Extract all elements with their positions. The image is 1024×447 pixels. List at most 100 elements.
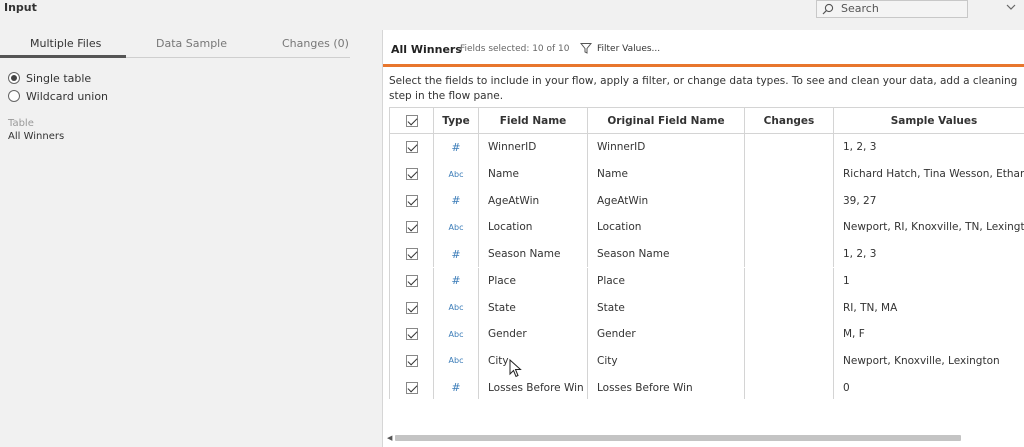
row-checkbox[interactable] [405,301,418,314]
fields-selected: Fields selected: 10 of 10 [460,44,570,54]
table-row[interactable]: # Season Name Season Name 1, 2, 3 [390,240,1024,268]
active-tab-indicator [0,55,126,58]
sample-values-cell: M, F [843,328,865,341]
horizontal-scrollbar[interactable]: ◀ [387,432,1021,442]
field-name-cell[interactable]: City [479,347,588,375]
string-type-icon[interactable]: Abc [449,330,464,339]
changes-cell [745,347,834,375]
original-field-name-cell: AgeAtWin [588,187,745,215]
number-type-icon[interactable]: # [451,141,460,154]
table-row[interactable]: Abc Location Location Newport, RI, Knoxvill… [390,214,1024,241]
col-original-field-name[interactable]: Original Field Name [588,108,745,133]
table-row[interactable]: # Losses Before Win Losses Before Win 0 [390,374,1024,399]
search-placeholder: Search [841,2,879,15]
original-field-name-cell: Losses Before Win [588,374,745,399]
row-checkbox[interactable] [405,168,418,181]
tab-data-sample[interactable]: Data Sample [156,37,227,50]
type-cell[interactable]: # [434,374,479,399]
option-single-table[interactable]: Single table [8,70,91,86]
field-name-cell[interactable]: Losses Before Win [479,374,588,399]
field-name-cell[interactable]: Season Name [479,240,588,268]
sample-values-cell: 1 [843,274,850,287]
field-name-cell[interactable]: State [479,294,588,321]
table-row[interactable]: Abc City City Newport, Knoxville, Lexington [390,347,1024,375]
row-check-cell[interactable] [390,347,434,375]
type-cell[interactable]: # [434,267,479,295]
grid-header: Type Field Name Original Field Name Chan… [390,108,1024,134]
tab-multiple-files[interactable]: Multiple Files [30,37,101,50]
col-field-name[interactable]: Field Name [479,108,588,133]
select-all-checkbox[interactable] [405,114,418,127]
table-row[interactable]: Abc Name Name Richard Hatch, Tina Wesson, E… [390,160,1024,188]
option-wildcard-union[interactable]: Wildcard union [8,88,108,104]
table-row[interactable]: Abc Gender Gender M, F [390,320,1024,348]
row-check-cell[interactable] [390,187,434,215]
row-checkbox[interactable] [405,328,418,341]
string-type-icon[interactable]: Abc [449,303,464,312]
field-name-cell[interactable]: Location [479,214,588,241]
col-sample-values[interactable]: Sample Values [834,108,1024,133]
type-cell[interactable]: Abc [434,320,479,348]
option-label: Single table [26,71,92,85]
type-cell[interactable]: Abc [434,160,479,188]
chevron-down-icon[interactable] [1006,2,1016,12]
changes-cell [745,374,834,399]
col-changes[interactable]: Changes [745,108,834,133]
type-cell[interactable]: Abc [434,214,479,241]
changes-cell [745,240,834,268]
field-name-cell[interactable]: AgeAtWin [479,187,588,215]
type-cell[interactable]: # [434,240,479,268]
table-row[interactable]: # Place Place 1 [390,267,1024,295]
filter-values-button[interactable]: Filter Values... [597,44,660,54]
row-check-cell[interactable] [390,240,434,268]
string-type-icon[interactable]: Abc [449,223,464,232]
number-type-icon[interactable]: # [451,194,460,207]
original-field-name-cell: Name [588,160,745,188]
tab-changes[interactable]: Changes (0) [282,37,349,50]
radio-single-table[interactable] [8,72,20,84]
table-row[interactable]: # WinnerID WinnerID 1, 2, 3 [390,134,1024,161]
table-caption: Table [8,118,34,129]
field-name-cell[interactable]: WinnerID [479,134,588,161]
col-type[interactable]: Type [434,108,479,133]
search-icon [822,3,834,15]
table-row[interactable]: Abc State State RI, TN, MA [390,294,1024,321]
row-checkbox[interactable] [405,141,418,154]
row-check-cell[interactable] [390,267,434,295]
type-cell[interactable]: # [434,134,479,161]
row-checkbox[interactable] [405,221,418,234]
row-checkbox[interactable] [405,381,418,394]
row-check-cell[interactable] [390,134,434,161]
select-all-cell[interactable] [390,108,434,133]
field-name-cell[interactable]: Place [479,267,588,295]
scroll-left-icon[interactable]: ◀ [387,434,392,442]
sample-values-cell: Newport, RI, Knoxville, TN, Lexington [843,221,1024,234]
row-check-cell[interactable] [390,160,434,188]
row-checkbox[interactable] [405,248,418,261]
number-type-icon[interactable]: # [451,381,460,394]
row-check-cell[interactable] [390,294,434,321]
number-type-icon[interactable]: # [451,248,460,261]
row-checkbox[interactable] [405,274,418,287]
string-type-icon[interactable]: Abc [449,356,464,365]
search-box[interactable]: Search [816,0,968,18]
row-checkbox[interactable] [405,194,418,207]
radio-wildcard-union[interactable] [8,90,20,102]
changes-cell [745,214,834,241]
table-row[interactable]: # AgeAtWin AgeAtWin 39, 27 [390,187,1024,215]
table-title: All Winners [391,43,462,56]
type-cell[interactable]: Abc [434,294,479,321]
field-name-cell[interactable]: Gender [479,320,588,348]
row-check-cell[interactable] [390,320,434,348]
number-type-icon[interactable]: # [451,274,460,287]
scrollbar-thumb[interactable] [395,435,961,441]
row-checkbox[interactable] [405,354,418,367]
field-name-cell[interactable]: Name [479,160,588,188]
filter-icon[interactable] [580,42,592,54]
type-cell[interactable]: # [434,187,479,215]
string-type-icon[interactable]: Abc [449,170,464,179]
row-check-cell[interactable] [390,214,434,241]
table-name: All Winners [8,131,65,142]
row-check-cell[interactable] [390,374,434,399]
type-cell[interactable]: Abc [434,347,479,375]
